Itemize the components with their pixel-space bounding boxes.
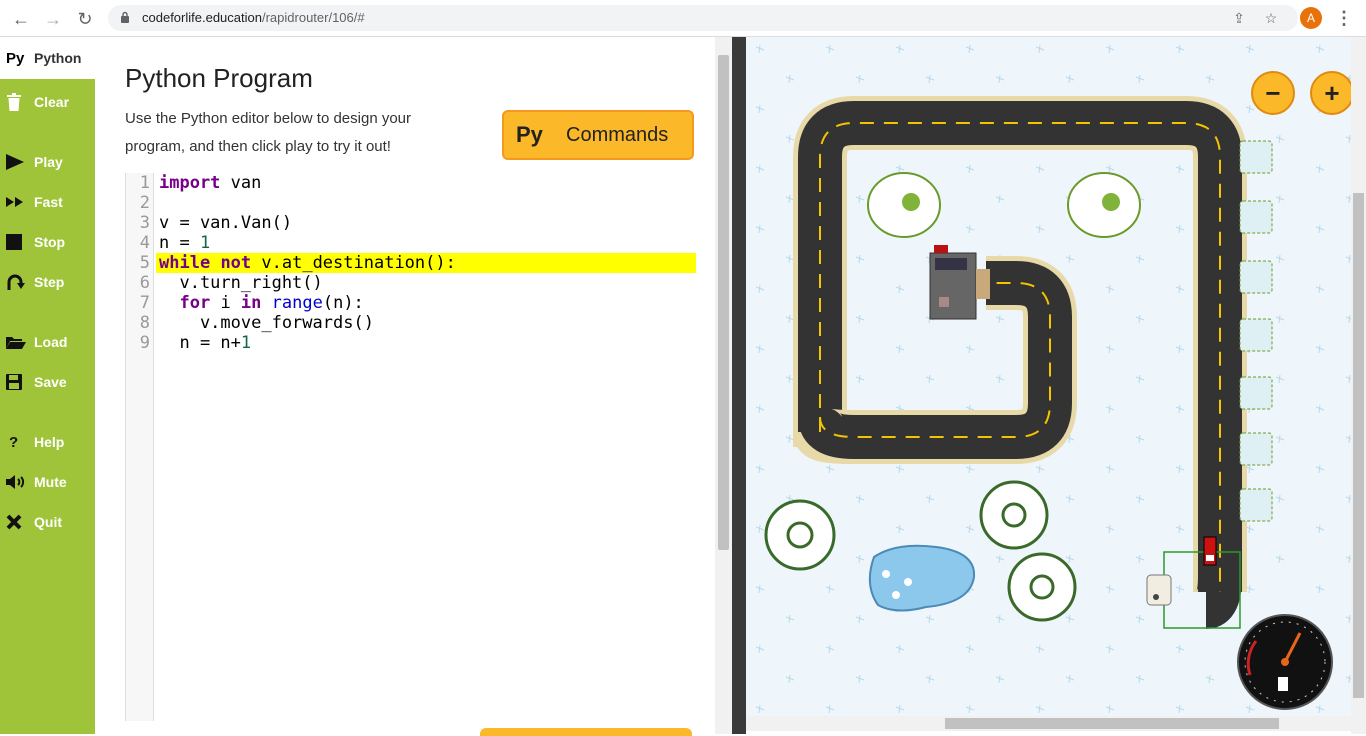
code-text: v.move_forwards() [159, 313, 374, 333]
code-line[interactable]: 7 for i in range(n): [126, 293, 696, 313]
game-canvas: − + [746, 37, 1351, 716]
game-vertical-scrollbar[interactable] [1351, 37, 1366, 734]
code-text: v.turn_right() [159, 273, 323, 293]
code-text: for i in range(n): [179, 293, 364, 313]
code-line[interactable]: 1 import van [126, 173, 696, 193]
sidebar: Py Python Clear Play Fast Stop Step Load… [0, 37, 95, 734]
profile-avatar[interactable]: A [1300, 7, 1322, 29]
code-line[interactable]: 4 n = 1 [126, 233, 696, 253]
editor-scroll-thumb[interactable] [718, 55, 729, 550]
reload-button[interactable]: ↻ [72, 6, 98, 32]
lock-icon [121, 11, 129, 23]
snowy-tree [867, 172, 941, 238]
fast-button[interactable]: Fast [0, 187, 95, 217]
line-number: 5 [139, 253, 150, 273]
load-button[interactable]: Load [0, 327, 95, 357]
fast-forward-icon [6, 192, 34, 212]
line-number: 2 [139, 193, 150, 213]
step-button[interactable]: Step [0, 267, 95, 297]
line-number: 4 [139, 233, 150, 253]
address-bar[interactable]: codeforlife.education/rapidrouter/106/# … [108, 5, 1298, 31]
snowy-pine [764, 499, 836, 571]
commands-button[interactable]: Py Commands [502, 110, 694, 160]
stop-button[interactable]: Stop [0, 227, 95, 257]
x-icon [6, 512, 34, 532]
back-button[interactable]: ← [8, 6, 34, 32]
tab-python[interactable]: Py Python [0, 37, 95, 79]
code-line[interactable]: 8 v.move_forwards() [126, 313, 696, 333]
game-vscroll-thumb[interactable] [1353, 193, 1364, 698]
browser-toolbar: ← → ↻ codeforlife.education/rapidrouter/… [0, 0, 1366, 37]
snowy-pine [1007, 552, 1077, 622]
bottom-button-edge [480, 728, 692, 736]
van [1203, 536, 1217, 566]
fuel-gauge [1237, 614, 1333, 710]
code-line[interactable]: 6 v.turn_right() [126, 273, 696, 293]
code-text: n = n+1 [159, 333, 252, 353]
code-text: n = 1 [159, 233, 211, 253]
game-hscroll-thumb[interactable] [945, 718, 1279, 729]
code-line[interactable]: 5 while not v.at_destination(): [126, 253, 696, 273]
editor-description: Use the Python editor below to design yo… [125, 110, 412, 155]
line-number: 7 [139, 293, 150, 313]
cow [1146, 574, 1172, 606]
line-number: 3 [139, 213, 150, 233]
zoom-out-button[interactable]: − [1251, 71, 1295, 115]
line-number: 1 [139, 173, 150, 193]
stop-icon [6, 232, 34, 252]
quit-button[interactable]: Quit [0, 507, 95, 537]
code-editor[interactable]: 1 import van 2 3 v = van.Van() 4 n = 1 5 while n… [125, 173, 696, 721]
plus-icon: + [1324, 77, 1340, 108]
minus-icon: − [1265, 77, 1281, 108]
browser-menu-icon[interactable]: ⋮ [1334, 6, 1354, 30]
question-icon: ? [9, 433, 19, 451]
zoom-in-button[interactable]: + [1310, 71, 1351, 115]
bookmark-star-icon[interactable]: ☆ [1262, 9, 1280, 27]
line-number: 9 [139, 333, 150, 353]
speaker-icon [6, 472, 34, 492]
python-icon: Py [516, 122, 543, 147]
mute-button[interactable]: Mute [0, 467, 95, 497]
snowy-tree [1067, 172, 1141, 238]
help-button[interactable]: ? Help [0, 427, 95, 457]
code-line[interactable]: 3 v = van.Van() [126, 213, 696, 233]
folder-icon [6, 332, 34, 352]
trash-icon [6, 92, 34, 112]
fuel-pump-icon [1278, 677, 1288, 691]
clear-button[interactable]: Clear [0, 87, 95, 117]
line-number: 6 [139, 273, 150, 293]
page-title: Python Program [125, 63, 313, 93]
panel-divider[interactable] [732, 37, 746, 734]
python-icon: Py [6, 49, 25, 67]
step-icon [6, 272, 34, 292]
snowy-pine [979, 480, 1049, 550]
code-text: import van [159, 173, 262, 193]
code-text: while not v.at_destination(): [159, 253, 456, 273]
editor-scrollbar[interactable] [715, 37, 732, 734]
forward-button[interactable]: → [40, 6, 66, 32]
save-button[interactable]: Save [0, 367, 95, 397]
code-text: v = van.Van() [159, 213, 293, 233]
code-line[interactable]: 2 [126, 193, 696, 213]
play-button[interactable]: Play [0, 147, 95, 177]
line-number: 8 [139, 313, 150, 333]
game-horizontal-scrollbar[interactable] [746, 716, 1351, 731]
url-text: codeforlife.education/rapidrouter/106/# [142, 10, 365, 25]
floppy-icon [6, 372, 34, 392]
editor-panel: Python Program Use the Python editor bel… [95, 37, 715, 734]
code-line[interactable]: 9 n = n+1 [126, 333, 696, 353]
play-icon [6, 152, 34, 172]
share-icon[interactable]: ⇪ [1230, 9, 1248, 27]
